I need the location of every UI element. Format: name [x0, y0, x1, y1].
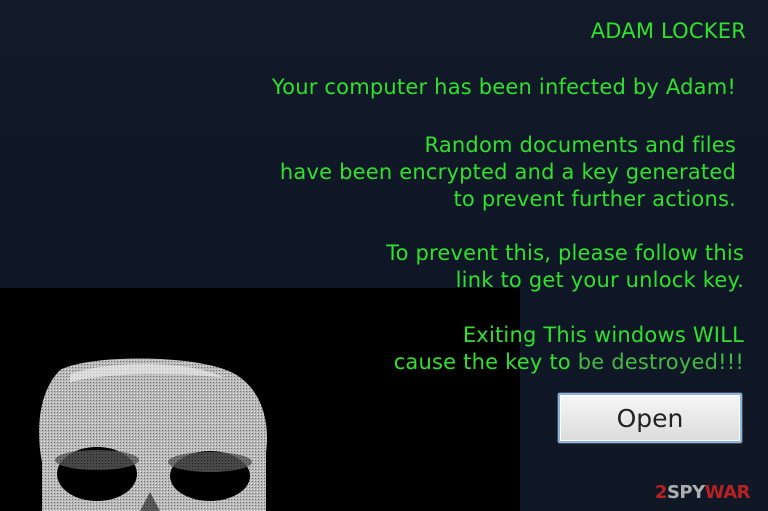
encryption-line: have been encrypted and a key generated — [279, 160, 736, 184]
encryption-message: Random documents and files have been enc… — [280, 132, 736, 213]
watermark-logo: 2SPYWAR — [654, 482, 751, 503]
open-button[interactable]: Open — [557, 392, 743, 444]
watermark-name-a: SPY — [666, 482, 705, 503]
instruction-message: To prevent this, please follow this link… — [386, 240, 744, 294]
encryption-line: Random documents and files — [424, 133, 736, 157]
warning-line: Exiting This windows WILL — [462, 323, 744, 347]
instruction-line: link to get your unlock key. — [455, 268, 744, 292]
skull-icon — [39, 358, 267, 511]
warning-line-part: cause the key to — [393, 350, 578, 374]
infected-message: Your computer has been infected by Adam! — [271, 75, 736, 99]
watermark-lead: 2 — [654, 482, 668, 503]
instruction-line: To prevent this, please follow this — [386, 241, 744, 265]
window-title: ADAM LOCKER — [590, 19, 746, 43]
encryption-line: to prevent further actions. — [453, 187, 736, 211]
warning-line-part: be destroyed!!! — [577, 350, 744, 374]
watermark-name-b: WAR — [704, 482, 751, 503]
warning-message: Exiting This windows WILL cause the key … — [394, 322, 744, 376]
ransomware-screen: ADAM LOCKER Your computer has been infec… — [0, 0, 768, 511]
